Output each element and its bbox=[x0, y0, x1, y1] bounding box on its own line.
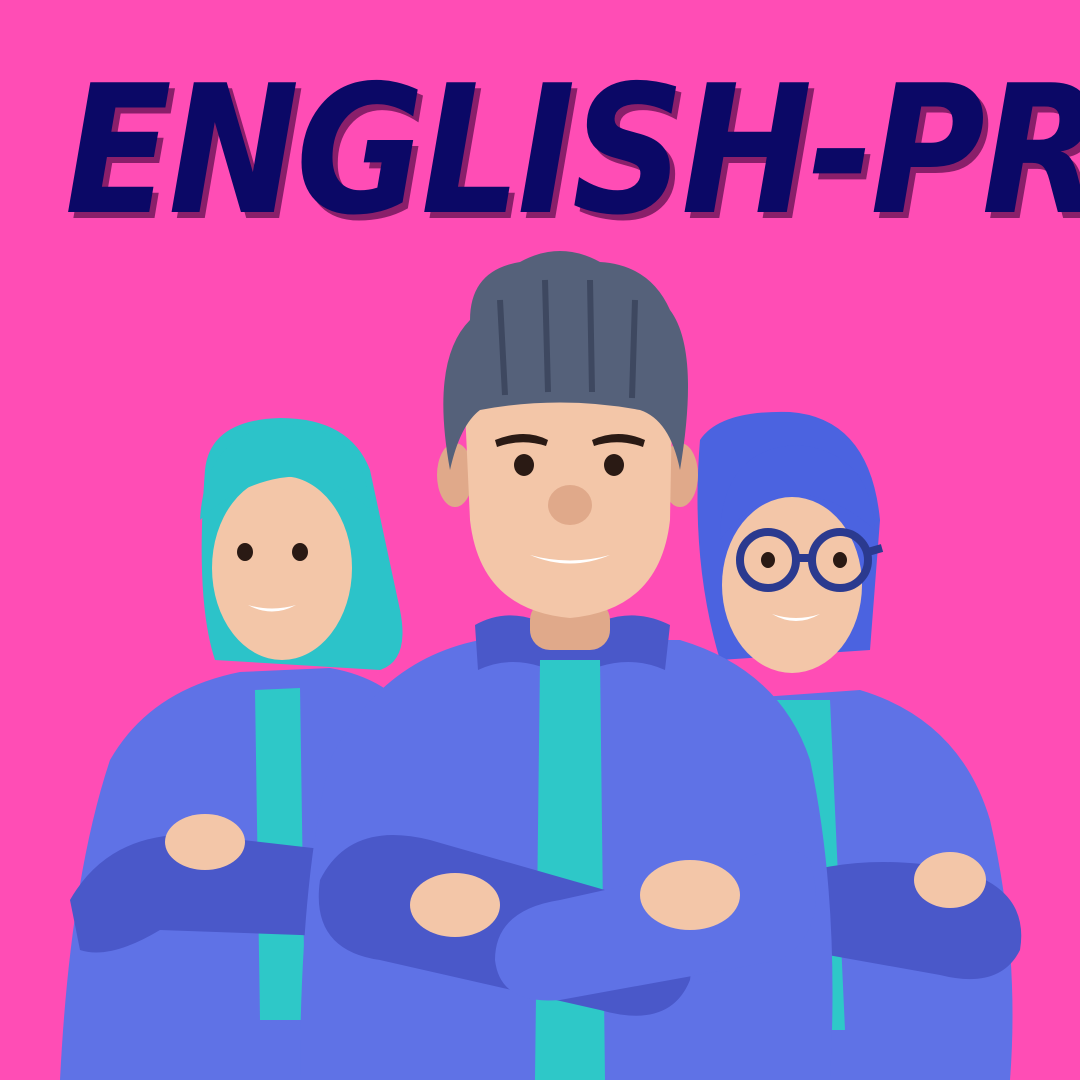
center-person-eye-right bbox=[604, 454, 624, 476]
left-person-eye-left bbox=[237, 543, 253, 561]
center-person-nose bbox=[548, 485, 592, 525]
right-person-eye-left bbox=[761, 552, 775, 568]
poster: ENGLISH-PRO bbox=[0, 0, 1080, 1080]
left-person-face bbox=[212, 476, 352, 660]
left-person-hand bbox=[165, 814, 245, 870]
left-person-eye-right bbox=[292, 543, 308, 561]
right-person-hand bbox=[914, 852, 986, 908]
page-title: ENGLISH-PRO bbox=[64, 47, 1080, 254]
center-person-hand-right bbox=[640, 860, 740, 930]
right-person-eye-right bbox=[833, 552, 847, 568]
center-person-eye-left bbox=[514, 454, 534, 476]
center-person-hand-left bbox=[410, 873, 500, 937]
center-person-shirt bbox=[535, 660, 605, 1080]
